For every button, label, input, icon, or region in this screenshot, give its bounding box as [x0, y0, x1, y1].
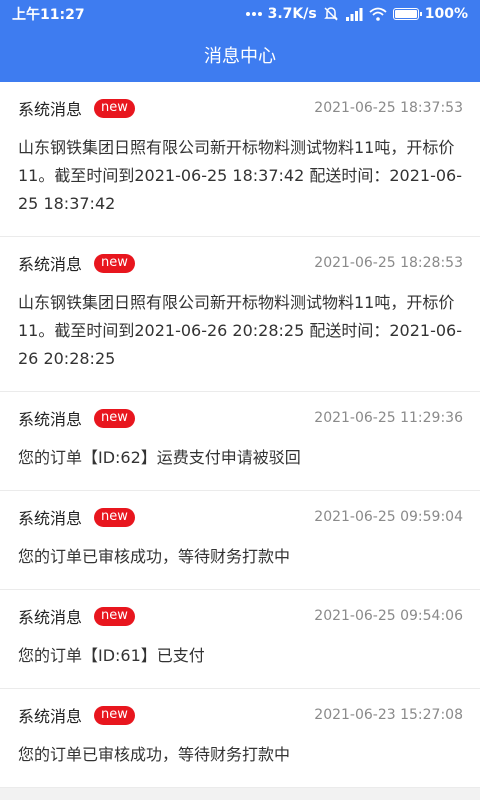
new-badge: new [94, 98, 135, 118]
new-badge: new [94, 705, 135, 725]
message-title: 系统消息 [18, 410, 83, 429]
message-item[interactable]: 系统消息 new 2021-06-23 15:27:08 您的订单已审核成功，等… [0, 689, 480, 788]
page-title: 消息中心 [204, 46, 276, 67]
message-time: 2021-06-23 15:27:08 [314, 707, 463, 723]
message-body: 您的订单【ID:62】运费支付申请被驳回 [18, 448, 301, 467]
message-item[interactable]: 系统消息 new 2021-06-25 09:59:04 您的订单已审核成功，等… [0, 491, 480, 590]
message-title: 系统消息 [18, 509, 83, 528]
status-bar: 上午11:27 3.7K/s 100% [0, 0, 480, 28]
mute-icon [323, 6, 339, 22]
message-item[interactable]: 系统消息 new 2021-06-25 18:37:53 山东钢铁集团日照有限公… [0, 82, 480, 237]
message-title: 系统消息 [18, 255, 83, 274]
status-icons: 3.7K/s 100% [245, 6, 468, 22]
message-title: 系统消息 [18, 608, 83, 627]
message-time: 2021-06-25 09:54:06 [314, 608, 463, 624]
message-body: 您的订单【ID:61】已支付 [18, 646, 205, 665]
message-item[interactable]: 系统消息 new 2021-06-25 18:28:53 山东钢铁集团日照有限公… [0, 237, 480, 392]
message-body: 山东钢铁集团日照有限公司新开标物料测试物料11吨，开标价11。截至时间到2021… [18, 138, 463, 213]
message-time: 2021-06-25 18:37:53 [314, 100, 463, 116]
message-title: 系统消息 [18, 707, 83, 726]
signal-icon [345, 7, 363, 21]
status-time: 上午11:27 [12, 7, 85, 23]
wifi-icon [369, 7, 387, 21]
network-speed: 3.7K/s [267, 6, 317, 22]
message-time: 2021-06-25 09:59:04 [314, 509, 463, 525]
message-body: 山东钢铁集团日照有限公司新开标物料测试物料11吨，开标价11。截至时间到2021… [18, 293, 463, 368]
message-body: 您的订单已审核成功，等待财务打款中 [18, 547, 291, 566]
message-item[interactable]: 系统消息 new 2021-06-25 09:54:06 您的订单【ID:61】… [0, 590, 480, 689]
battery-percent: 100% [424, 6, 468, 22]
message-list[interactable]: 系统消息 new 2021-06-25 18:37:53 山东钢铁集团日照有限公… [0, 82, 480, 800]
message-item[interactable]: 系统消息 new 2021-06-25 11:29:36 您的订单【ID:62】… [0, 392, 480, 491]
new-badge: new [94, 253, 135, 273]
new-badge: new [94, 507, 135, 527]
new-badge: new [94, 606, 135, 626]
battery-icon [392, 8, 422, 20]
message-body: 您的订单已审核成功，等待财务打款中 [18, 745, 291, 764]
message-time: 2021-06-25 18:28:53 [314, 255, 463, 271]
message-title: 系统消息 [18, 100, 83, 119]
message-time: 2021-06-25 11:29:36 [314, 410, 463, 426]
more-dots-icon [245, 11, 262, 17]
new-badge: new [94, 408, 135, 428]
app-header: 消息中心 [0, 28, 480, 82]
